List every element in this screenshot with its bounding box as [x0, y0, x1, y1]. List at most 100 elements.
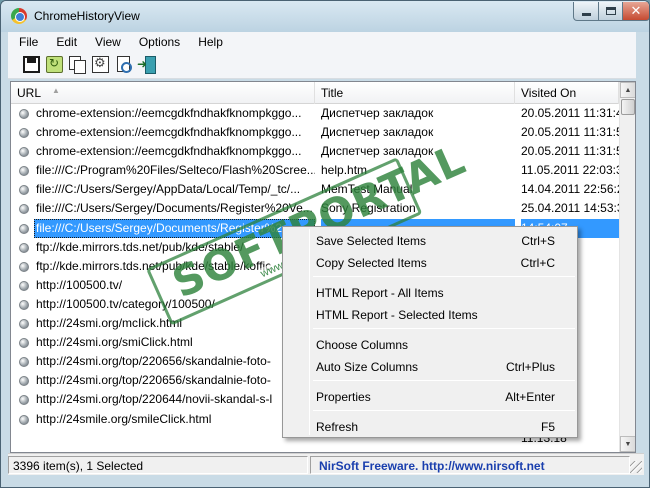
context-menu-shortcut: Ctrl+S	[521, 234, 555, 248]
scroll-up-button[interactable]: ▲	[620, 82, 635, 98]
history-item-icon	[19, 128, 29, 139]
history-item-icon	[19, 319, 29, 330]
cell-url: chrome-extension://eemcgdkfndhakfknompkg…	[36, 125, 302, 140]
context-menu-item[interactable]: Properties Alt+Enter	[285, 386, 575, 408]
cell-url: chrome-extension://eemcgdkfndhakfknompkg…	[36, 106, 302, 120]
context-menu-item[interactable]: Choose Columns	[285, 334, 575, 356]
context-menu-separator	[313, 410, 575, 411]
save-icon[interactable]	[23, 56, 40, 73]
table-row[interactable]: chrome-extension://eemcgdkfndhakfknompkg…	[11, 142, 619, 161]
table-row[interactable]: chrome-extension://eemcgdkfndhakfknompkg…	[11, 104, 619, 123]
cell-url: http://24smi.org/smiClick.html	[36, 335, 193, 350]
menu-edit[interactable]: Edit	[45, 35, 84, 49]
find-icon[interactable]	[115, 56, 132, 73]
context-menu-item[interactable]: HTML Report - All Items	[285, 282, 575, 304]
close-icon: ✕	[630, 3, 642, 18]
menu-help[interactable]: Help	[187, 35, 230, 49]
menu-file[interactable]: File	[8, 35, 45, 49]
resize-grip-icon[interactable]	[630, 461, 642, 473]
history-item-icon	[19, 185, 29, 196]
cell-url: file:///C:/Users/Sergey/Documents/Regist…	[36, 201, 313, 216]
context-menu-item[interactable]: Refresh F5	[285, 416, 575, 438]
history-item-icon	[19, 223, 29, 234]
cell-visited: 11.05.2011 22:03:34	[521, 163, 619, 178]
cell-url: file:///C:/Users/Sergey/AppData/Local/Te…	[36, 182, 301, 197]
column-header-title[interactable]: Title	[315, 82, 515, 104]
cell-title: Диспетчер закладок	[321, 106, 434, 120]
menu-options[interactable]: Options	[128, 35, 187, 49]
context-menu-item[interactable]: HTML Report - Selected Items	[285, 304, 575, 326]
context-menu-label: Save Selected Items	[316, 234, 427, 248]
context-menu-label: Auto Size Columns	[316, 360, 419, 374]
context-menu-separator	[313, 380, 575, 381]
context-menu-shortcut: Ctrl+Plus	[505, 360, 555, 374]
column-header-url[interactable]: URL ▲	[11, 82, 315, 104]
cell-url: chrome-extension://eemcgdkfndhakfknompkg…	[36, 144, 302, 159]
cell-url: http://24smi.org/top/220644/novii-skanda…	[36, 392, 273, 407]
context-menu-item[interactable]: Auto Size Columns Ctrl+Plus	[285, 356, 575, 378]
properties-icon[interactable]	[92, 55, 109, 73]
menu-bar: File Edit View Options Help	[8, 32, 636, 51]
list-header: URL ▲ Title Visited On	[11, 82, 619, 104]
scroll-thumb[interactable]	[621, 99, 635, 115]
vertical-scrollbar[interactable]: ▲ ▼	[619, 82, 635, 452]
context-menu-item[interactable]: Copy Selected Items Ctrl+C	[285, 252, 575, 274]
column-header-visited[interactable]: Visited On	[515, 82, 619, 104]
cell-url: file:///C:/Users/Sergey/Documents/Regist…	[34, 218, 315, 238]
arrow-down-icon: ▼	[624, 440, 632, 448]
cell-url: http://24smi.org/top/220656/skandalnie-f…	[36, 373, 271, 388]
cell-url: ftp://kde.mirrors.tds.net/pub/kde/stable…	[36, 258, 272, 273]
table-row[interactable]: chrome-extension://eemcgdkfndhakfknompkg…	[11, 123, 619, 142]
cell-url	[34, 429, 315, 448]
cell-title: help.htm	[321, 163, 368, 178]
context-menu-item[interactable]: Save Selected Items Ctrl+S	[285, 230, 575, 252]
title-bar[interactable]: ChromeHistoryView ✕	[1, 1, 649, 32]
context-menu-label: Copy Selected Items	[316, 256, 427, 270]
cell-visited: 25.04.2011 14:53:33	[521, 201, 619, 216]
cell-url: http://100500.tv/	[36, 277, 123, 292]
history-item-icon	[19, 280, 29, 291]
context-menu-label: HTML Report - All Items	[316, 286, 444, 300]
status-credit-link[interactable]: NirSoft Freeware. http://www.nirsoft.net	[310, 456, 630, 474]
refresh-icon[interactable]	[46, 56, 63, 73]
cell-url: http://100500.tv/category/100500/	[36, 296, 215, 311]
scroll-down-button[interactable]: ▼	[620, 436, 635, 452]
table-row[interactable]: file:///C:/Users/Sergey/AppData/Local/Te…	[11, 180, 619, 199]
minimize-icon	[581, 13, 591, 16]
table-row[interactable]: file:///C:/Program%20Files/Selteco/Flash…	[11, 161, 619, 180]
context-menu: Save Selected Items Ctrl+S Copy Selected I…	[282, 226, 578, 438]
cell-visited: 20.05.2011 11:31:52	[521, 144, 619, 159]
cell-title: MemTest Manual	[321, 182, 413, 197]
context-menu-separator	[313, 328, 575, 329]
close-button[interactable]: ✕	[622, 2, 649, 21]
table-row[interactable]: file:///C:/Users/Sergey/Documents/Regist…	[11, 199, 619, 218]
history-item-icon	[19, 299, 29, 310]
chrome-app-icon	[11, 8, 27, 24]
cell-url: http://24smile.org/smileClick.html	[36, 411, 212, 426]
cell-url: http://24smi.org/top/220656/skandalnie-f…	[36, 354, 271, 369]
context-menu-shortcut: F5	[540, 420, 555, 434]
column-url-label: URL	[17, 86, 42, 100]
copy-icon[interactable]	[69, 56, 86, 74]
history-item-icon	[19, 166, 29, 177]
context-menu-label: Refresh	[316, 420, 359, 434]
cell-url: file:///C:/Program%20Files/Selteco/Flash…	[36, 163, 315, 178]
context-menu-label: Choose Columns	[316, 338, 409, 352]
toolbar	[8, 51, 636, 79]
cell-visited: 14.04.2011 22:56:25	[521, 182, 619, 197]
window-title: ChromeHistoryView	[34, 9, 140, 23]
minimize-button[interactable]	[573, 2, 599, 21]
column-visited-label: Visited On	[521, 86, 577, 100]
menu-view[interactable]: View	[84, 35, 128, 49]
cell-visited: 20.05.2011 11:31:50	[521, 125, 619, 140]
context-menu-label: HTML Report - Selected Items	[316, 308, 478, 322]
status-item-count: 3396 item(s), 1 Selected	[8, 456, 308, 474]
cell-title: Диспетчер закладок	[321, 144, 434, 159]
exit-icon[interactable]	[137, 56, 156, 74]
context-menu-separator	[313, 276, 575, 277]
history-item-icon	[19, 338, 29, 349]
history-item-icon	[19, 414, 29, 425]
maximize-icon	[605, 7, 616, 15]
maximize-button[interactable]	[598, 2, 623, 21]
arrow-up-icon: ▲	[624, 86, 632, 94]
